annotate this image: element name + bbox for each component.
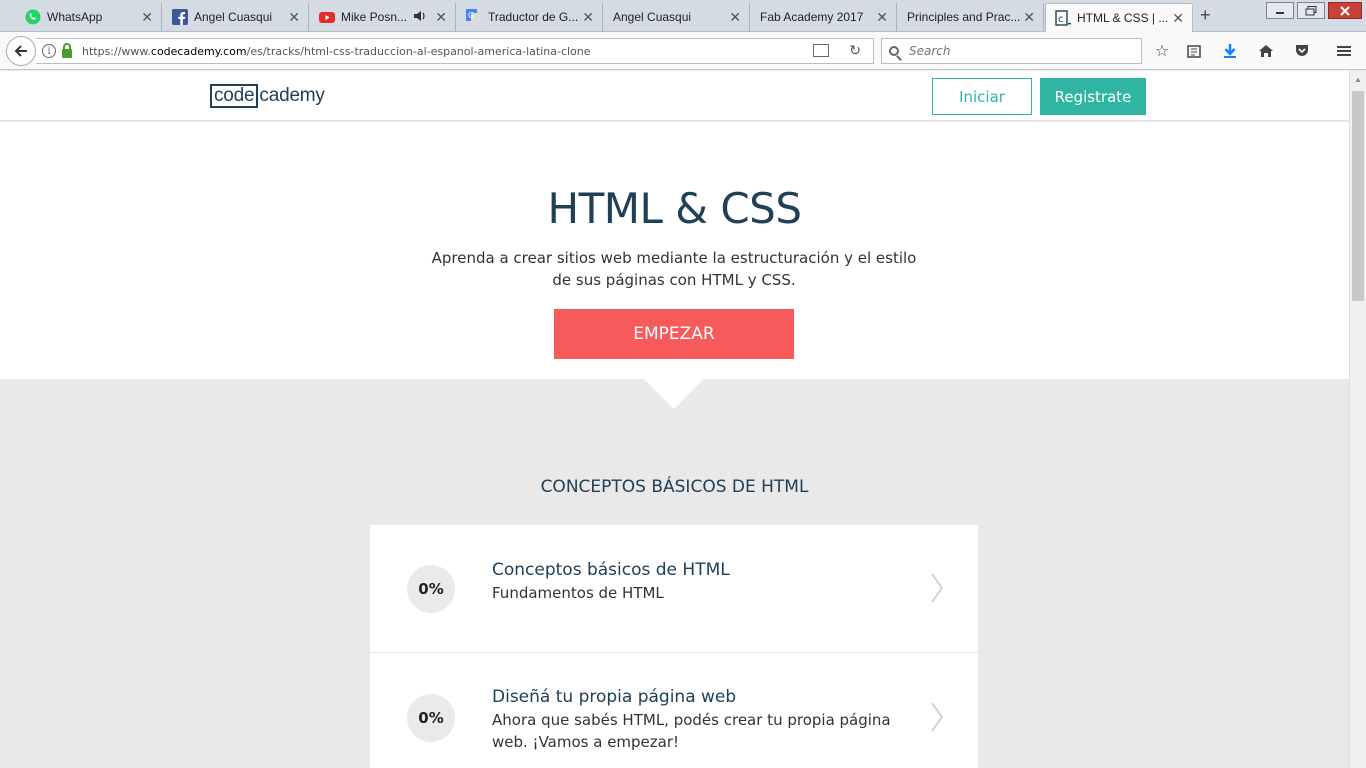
- signup-button[interactable]: Registrate: [1040, 78, 1146, 115]
- back-arrow-icon: [14, 45, 27, 57]
- reload-icon[interactable]: ↻: [849, 42, 861, 59]
- chevron-right-icon[interactable]: [930, 573, 944, 603]
- close-tab-icon[interactable]: ✕: [1172, 10, 1184, 27]
- site-header: code cademy Iniciar Registrate: [0, 71, 1349, 121]
- hamburger-menu-icon[interactable]: [1334, 41, 1354, 61]
- site-info-icon[interactable]: i: [42, 44, 56, 58]
- tab-title: Mike Posn...: [341, 10, 408, 24]
- reader-view-icon[interactable]: [813, 44, 829, 57]
- tab-html-css-active[interactable]: c HTML & CSS | ... ✕: [1045, 3, 1193, 32]
- lesson-title: Conceptos básicos de HTML: [492, 560, 730, 580]
- tab-title: Angel Cuasqui: [194, 10, 273, 24]
- pocket-icon[interactable]: [1292, 41, 1312, 61]
- search-bar[interactable]: [881, 38, 1142, 64]
- tab-fab-academy[interactable]: Fab Academy 2017 ✕: [751, 3, 897, 31]
- progress-badge: 0%: [407, 565, 455, 613]
- downloads-icon[interactable]: [1220, 41, 1240, 61]
- start-button[interactable]: EMPEZAR: [554, 309, 794, 359]
- tab-title: Fab Academy 2017: [760, 10, 864, 24]
- page-scrollbar[interactable]: ▲: [1349, 71, 1366, 768]
- tab-principles[interactable]: Principles and Prac... ✕: [898, 3, 1044, 31]
- codecademy-logo[interactable]: code cademy: [210, 84, 325, 108]
- tab-google-translate[interactable]: G Traductor de G... ✕: [457, 3, 603, 31]
- hero-description: Aprenda a crear sitios web mediante la e…: [431, 249, 917, 289]
- whatsapp-icon: [25, 9, 41, 25]
- close-window-icon[interactable]: [1328, 2, 1362, 19]
- facebook-icon: [172, 9, 188, 25]
- tab-youtube[interactable]: Mike Posn... ✕: [310, 3, 456, 31]
- navigation-toolbar: i https://www.codecademy.com/es/tracks/h…: [0, 32, 1366, 70]
- new-tab-icon[interactable]: +: [1200, 5, 1211, 26]
- close-tab-icon[interactable]: ✕: [729, 9, 741, 26]
- youtube-icon: [319, 9, 335, 25]
- url-path: /es/tracks/html-css-traduccion-al-espano…: [246, 44, 591, 58]
- back-button[interactable]: [6, 36, 36, 66]
- lock-icon[interactable]: [62, 42, 72, 58]
- tab-title: WhatsApp: [47, 10, 103, 24]
- login-button[interactable]: Iniciar: [932, 78, 1032, 115]
- bookmark-star-icon[interactable]: ☆: [1152, 41, 1172, 61]
- lesson-subtitle: Fundamentos de HTML: [492, 584, 664, 602]
- tab-angel-cuasqui-2[interactable]: Angel Cuasqui ✕: [604, 3, 750, 31]
- hero-section: HTML & CSS Aprenda a crear sitios web me…: [0, 122, 1349, 379]
- close-tab-icon[interactable]: ✕: [141, 9, 153, 26]
- logo-rest-text: cademy: [259, 85, 325, 106]
- progress-badge: 0%: [407, 694, 455, 742]
- tab-whatsapp[interactable]: WhatsApp ✕: [16, 3, 162, 31]
- bookmarks-menu-icon[interactable]: [1184, 41, 1204, 61]
- minimize-window-icon[interactable]: [1266, 2, 1294, 19]
- svg-text:G: G: [468, 11, 474, 20]
- scroll-up-icon[interactable]: ▲: [1354, 75, 1362, 84]
- url-host: codecademy.com: [150, 44, 247, 58]
- url-bar[interactable]: i https://www.codecademy.com/es/tracks/h…: [36, 38, 874, 64]
- hero-pointer: [644, 379, 704, 409]
- tab-title: HTML & CSS | ...: [1077, 11, 1169, 25]
- url-prefix: https://www.: [82, 44, 151, 58]
- tab-facebook[interactable]: Angel Cuasqui ✕: [163, 3, 309, 31]
- restore-window-icon[interactable]: [1297, 2, 1325, 19]
- google-translate-icon: G: [466, 9, 482, 25]
- lesson-card[interactable]: 0% Diseñá tu propia página web Ahora que…: [370, 653, 978, 768]
- tab-strip: WhatsApp ✕ Angel Cuasqui ✕ Mike Posn... …: [0, 0, 1366, 32]
- tab-title: Principles and Prac...: [907, 10, 1021, 24]
- section-title: CONCEPTOS BÁSICOS DE HTML: [540, 477, 809, 497]
- page-content: code cademy Iniciar Registrate HTML & CS…: [0, 71, 1349, 768]
- lesson-card[interactable]: 0% Conceptos básicos de HTML Fundamentos…: [370, 525, 978, 652]
- url-text[interactable]: https://www.codecademy.com/es/tracks/htm…: [82, 45, 591, 58]
- tab-title: Angel Cuasqui: [613, 10, 692, 24]
- search-input[interactable]: [909, 44, 1129, 58]
- lesson-subtitle: Ahora que sabés HTML, podés crear tu pro…: [492, 711, 891, 751]
- chevron-right-icon[interactable]: [930, 702, 944, 732]
- close-tab-icon[interactable]: ✕: [435, 9, 447, 26]
- close-tab-icon[interactable]: ✕: [1023, 9, 1035, 26]
- close-tab-icon[interactable]: ✕: [582, 9, 594, 26]
- close-tab-icon[interactable]: ✕: [876, 9, 888, 26]
- svg-text:c: c: [1058, 14, 1064, 25]
- search-icon: [889, 46, 899, 56]
- codecademy-icon: c: [1055, 10, 1071, 26]
- logo-box-text: code: [210, 84, 259, 108]
- speaker-icon[interactable]: [413, 9, 427, 26]
- scrollbar-thumb[interactable]: [1352, 91, 1364, 301]
- home-icon[interactable]: [1256, 41, 1276, 61]
- tab-title: Traductor de G...: [488, 10, 579, 24]
- page-title: HTML & CSS: [547, 184, 802, 233]
- close-tab-icon[interactable]: ✕: [288, 9, 300, 26]
- lesson-title: Diseñá tu propia página web: [492, 687, 737, 707]
